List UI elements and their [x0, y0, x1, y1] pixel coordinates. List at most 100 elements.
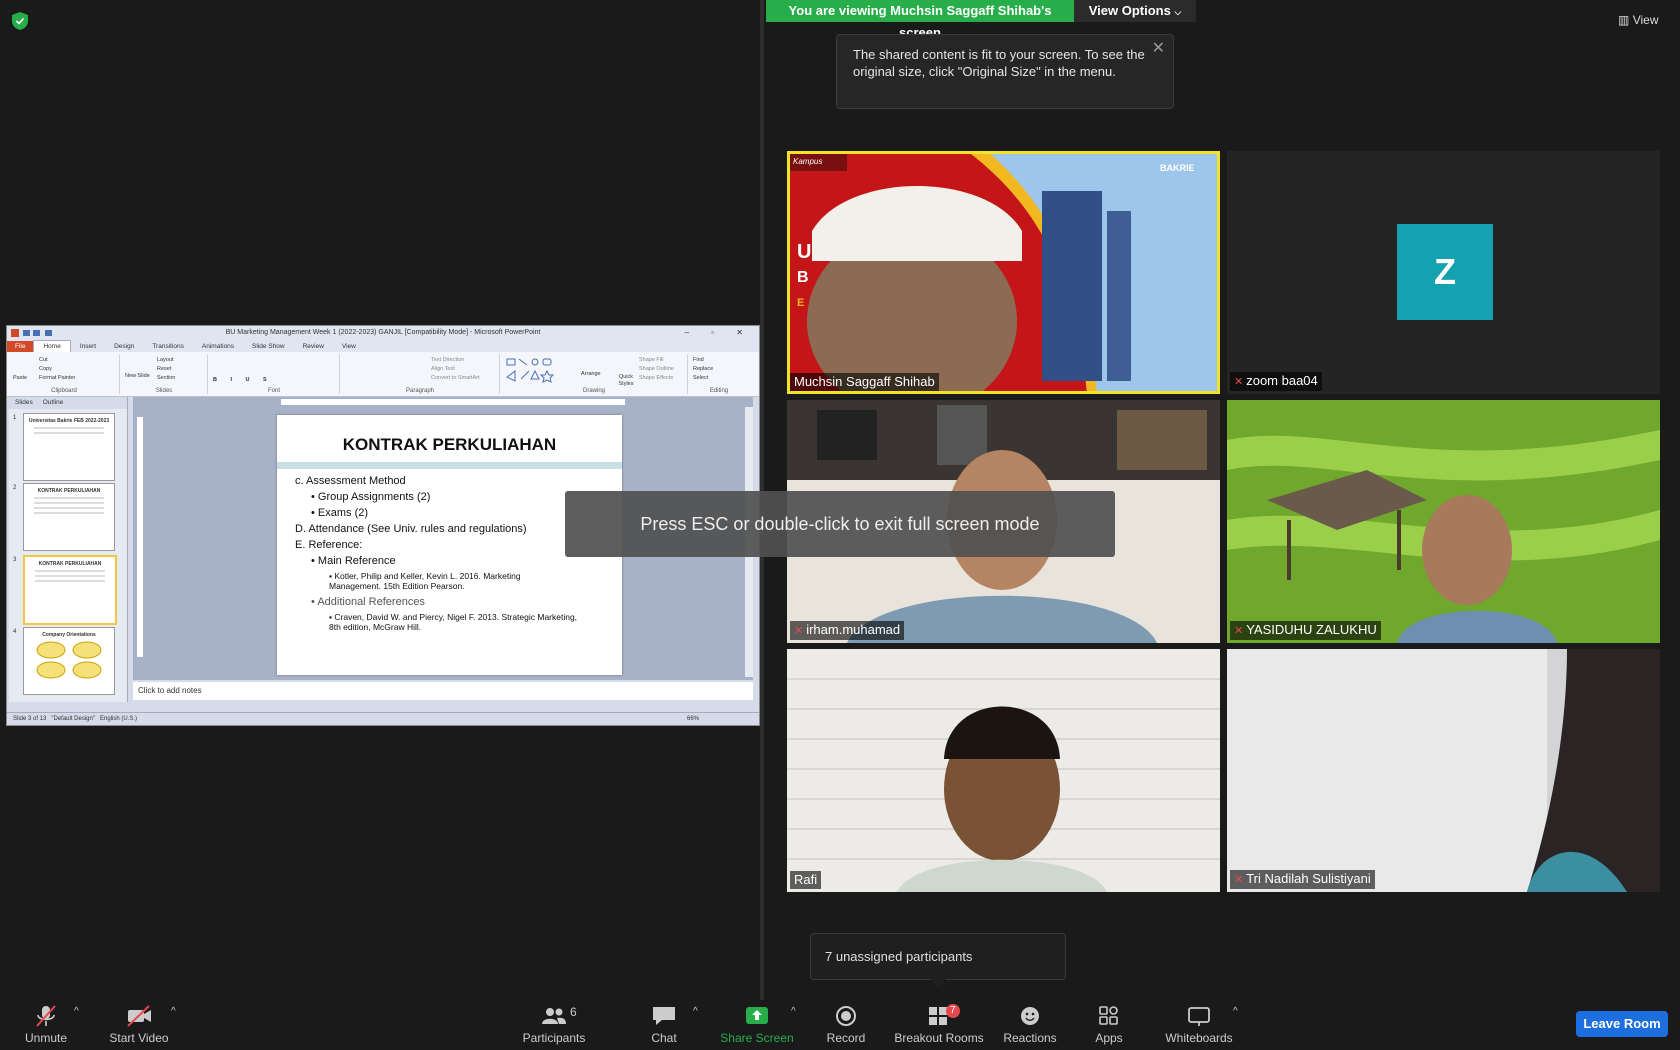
view-button[interactable]: ▥ View: [1618, 10, 1668, 30]
participants-count: 6: [570, 1005, 577, 1019]
new-slide-button[interactable]: New Slide: [125, 372, 150, 381]
tab-review[interactable]: Review: [294, 341, 333, 352]
notes-pane[interactable]: Click to add notes: [133, 682, 753, 700]
video-tile[interactable]: ✕ YASIDUHU ZALUKHU: [1227, 400, 1660, 643]
align-text-button[interactable]: Align Text: [431, 365, 480, 374]
chevron-up-icon[interactable]: ^: [171, 1006, 176, 1017]
participants-icon: [542, 1008, 566, 1024]
view-options-button[interactable]: View Options ⌵: [1074, 0, 1196, 22]
video-tile[interactable]: ✕ Tri Nadilah Sulistiyani: [1227, 649, 1660, 892]
shapes-gallery-icon[interactable]: [505, 357, 575, 385]
mic-muted-icon: ✕: [794, 625, 804, 637]
ppt-ribbon: Cut Copy Format Painter Paste Clipboard …: [7, 352, 759, 397]
ribbon-group-label: Editing: [709, 388, 729, 394]
ribbon-group-label: Slides: [155, 388, 173, 394]
attendance-heading: D. Attendance (See Univ. rules and regul…: [295, 523, 527, 535]
close-icon[interactable]: ✕: [1152, 40, 1165, 57]
tab-view[interactable]: View: [333, 341, 365, 352]
participant-name: Rafi: [790, 871, 822, 889]
format-painter-button[interactable]: Format Painter: [39, 374, 75, 383]
ribbon-group-label: Paragraph: [405, 388, 435, 394]
participant-name: ✕ YASIDUHU ZALUKHU: [1230, 621, 1381, 640]
slides-pane: Slides Outline 1 Universitas Bakrie FEB …: [9, 397, 128, 702]
copy-button[interactable]: Copy: [39, 365, 75, 374]
tab-animations[interactable]: Animations: [193, 341, 243, 352]
chevron-up-icon[interactable]: ^: [74, 1006, 79, 1017]
unassigned-participants-popup[interactable]: 7 unassigned participants: [810, 933, 1066, 980]
zoom-level[interactable]: 66%: [687, 713, 699, 725]
video-tile[interactable]: Z ✕ zoom baa04: [1227, 151, 1660, 394]
find-button[interactable]: Find: [693, 356, 713, 365]
slide-thumbnail[interactable]: Company Orientations: [23, 627, 115, 695]
bullet-item: Exams (2): [317, 507, 369, 519]
ribbon-group-slides: New Slide Layout Reset Section Slides: [121, 354, 208, 394]
start-video-button[interactable]: Start Video: [104, 1000, 174, 1050]
slide-thumbnail[interactable]: Universitas Bakrie FEB 2022-2023: [23, 413, 115, 481]
slide-number: 4: [13, 629, 17, 635]
chat-icon: [653, 1007, 675, 1025]
tab-home[interactable]: Home: [33, 340, 71, 352]
participant-name: Muchsin Saggaff Shihab: [790, 373, 939, 391]
tab-insert[interactable]: Insert: [71, 341, 105, 352]
tab-slides[interactable]: Slides: [15, 397, 33, 409]
tab-transitions[interactable]: Transitions: [143, 341, 193, 352]
arrange-button[interactable]: Arrange: [581, 370, 601, 379]
video-overlay-text: U: [797, 241, 812, 263]
unmute-button[interactable]: Unmute: [18, 1000, 74, 1050]
cut-button[interactable]: Cut: [39, 356, 75, 365]
leave-room-button[interactable]: Leave Room: [1576, 1011, 1668, 1037]
share-screen-icon: [746, 1007, 768, 1024]
shield-icon[interactable]: [12, 12, 28, 30]
thumbnail-title: KONTRAK PERKULIAHAN: [38, 561, 102, 567]
replace-button[interactable]: Replace: [693, 365, 713, 374]
shape-effects-button[interactable]: Shape Effects: [639, 374, 674, 383]
section-button[interactable]: Section: [157, 374, 175, 383]
video-tile[interactable]: Rafi: [787, 649, 1220, 892]
reactions-button[interactable]: Reactions: [1000, 1000, 1060, 1050]
ribbon-group-font: B I U S Font: [209, 354, 340, 394]
main-reference-label: Main Reference: [317, 555, 396, 567]
smiley-icon: [1021, 1007, 1039, 1025]
participant-name: ✕ zoom baa04: [1230, 372, 1322, 391]
slide-thumbnail[interactable]: KONTRAK PERKULIAHAN: [23, 483, 115, 551]
quick-access-icons[interactable]: [11, 328, 71, 338]
share-screen-button[interactable]: Share Screen: [720, 1000, 794, 1050]
quick-styles-button[interactable]: Quick Styles: [611, 374, 641, 388]
grid-view-icon: ▥: [1618, 13, 1630, 27]
layout-button[interactable]: Layout: [157, 356, 175, 365]
tab-outline[interactable]: Outline: [43, 397, 64, 409]
chevron-up-icon[interactable]: ^: [791, 1006, 796, 1017]
video-overlay-text: BAKRIE: [1160, 163, 1195, 173]
apps-button[interactable]: Apps: [1090, 1000, 1128, 1050]
shape-outline-button[interactable]: Shape Outline: [639, 365, 674, 374]
window-controls[interactable]: – ▫ ✕: [685, 326, 753, 340]
meeting-toolbar: Unmute ^ Start Video ^ Participants 6 Ch…: [0, 1000, 1680, 1050]
whiteboards-button[interactable]: Whiteboards: [1162, 1000, 1236, 1050]
mic-muted-icon: ✕: [1234, 376, 1244, 388]
reset-button[interactable]: Reset: [157, 365, 175, 374]
tab-file[interactable]: File: [7, 341, 34, 352]
participant-name: ✕ Tri Nadilah Sulistiyani: [1230, 870, 1375, 889]
video-tile-active-speaker[interactable]: U B E Kampus BAKRIE Muchsin Saggaff Shih…: [787, 151, 1220, 394]
tab-slide-show[interactable]: Slide Show: [243, 341, 294, 352]
paste-button[interactable]: Paste: [13, 374, 27, 383]
ppt-window-title: BU Marketing Management Week 1 (2022-202…: [225, 329, 541, 336]
viewing-screen-banner: You are viewing Muchsin Saggaff Shihab's…: [766, 0, 1074, 40]
convert-smartart-button[interactable]: Convert to SmartArt: [431, 374, 480, 383]
select-button[interactable]: Select: [693, 374, 713, 383]
tab-design[interactable]: Design: [105, 341, 143, 352]
mic-muted-icon: ✕: [1234, 874, 1244, 886]
chat-button[interactable]: Chat: [640, 1000, 688, 1050]
shape-fill-button[interactable]: Shape Fill: [639, 356, 674, 365]
breakout-rooms-button[interactable]: Breakout Rooms: [894, 1000, 984, 1050]
chevron-up-icon[interactable]: ^: [1233, 1006, 1238, 1017]
text-direction-button[interactable]: Text Direction: [431, 356, 480, 365]
slide-number: 1: [13, 415, 17, 421]
font-format-buttons[interactable]: B I U S: [213, 376, 273, 385]
record-button[interactable]: Record: [820, 1000, 872, 1050]
chevron-up-icon[interactable]: ^: [693, 1006, 698, 1017]
participant-video: [787, 649, 1220, 892]
view-label: View: [1632, 13, 1659, 27]
slide-thumbnail-selected[interactable]: KONTRAK PERKULIAHAN: [23, 555, 117, 625]
slide-position: Slide 3 of 13: [13, 716, 47, 722]
